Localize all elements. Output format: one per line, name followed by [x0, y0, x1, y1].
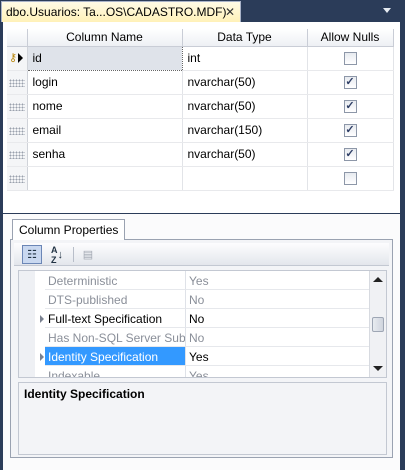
property-row[interactable]: Has Non-SQL Server Sub No [19, 328, 369, 347]
allow-nulls-cell: ✓ [307, 142, 394, 167]
scroll-down-icon[interactable] [373, 366, 383, 371]
tab-dropdown-icon[interactable] [383, 8, 391, 13]
table-row[interactable]: email nvarchar(150) ✓ [7, 118, 394, 143]
property-row[interactable]: Indexable Yes [19, 366, 369, 377]
columns-grid: Column Name Data Type Allow Nulls ⚷ id int… [7, 29, 394, 191]
allow-nulls-checkbox[interactable] [343, 51, 357, 65]
document-tab[interactable]: dbo.Usuarios: Ta...OS\CADASTRO.MDF) ✕ [1, 1, 241, 22]
row-header-corner [7, 29, 28, 47]
allow-nulls-cell: ✓ [307, 70, 394, 95]
row-selector[interactable] [7, 118, 28, 143]
property-value[interactable]: No [186, 309, 369, 328]
allow-nulls-header[interactable]: Allow Nulls [307, 29, 394, 47]
data-type-cell[interactable] [182, 166, 308, 191]
primary-key-icon: ⚷ [9, 51, 18, 64]
column-name-cell[interactable] [27, 166, 183, 191]
scroll-thumb[interactable] [372, 317, 384, 332]
property-value: Yes [186, 271, 369, 290]
data-type-header[interactable]: Data Type [182, 29, 308, 47]
table-row[interactable]: ⚷ id int [7, 45, 394, 71]
column-name-header[interactable]: Column Name [27, 29, 183, 47]
allow-nulls-cell: ✓ [307, 118, 394, 143]
allow-nulls-cell [307, 166, 394, 191]
property-name: Has Non-SQL Server Sub [45, 328, 186, 347]
property-row[interactable]: Identity Specification Yes [19, 347, 369, 366]
property-gutter [19, 328, 35, 347]
property-gutter [19, 271, 35, 290]
property-row[interactable]: Deterministic Yes [19, 271, 369, 290]
property-value: Yes [186, 366, 369, 377]
row-grip-icon [9, 126, 25, 135]
data-type-cell[interactable]: nvarchar(50) [182, 94, 308, 119]
row-selector[interactable]: ⚷ [7, 46, 28, 71]
properties-toolbar: ☷ A Z ↓ ▤ [14, 243, 389, 266]
property-gutter [19, 290, 35, 309]
property-gutter [19, 366, 35, 377]
categorized-icon[interactable]: ☷ [22, 245, 42, 264]
property-name: Full-text Specification [45, 309, 186, 328]
data-type-cell[interactable]: nvarchar(150) [182, 118, 308, 143]
allow-nulls-checkbox[interactable]: ✓ [343, 123, 357, 137]
allow-nulls-checkbox[interactable]: ✓ [343, 99, 357, 113]
expand-arrow-icon[interactable] [40, 315, 44, 323]
data-type-cell[interactable]: nvarchar(50) [182, 142, 308, 167]
column-name-cell[interactable]: id [26, 45, 183, 71]
grid-header-row: Column Name Data Type Allow Nulls [7, 29, 394, 47]
allow-nulls-cell [307, 46, 394, 71]
row-grip-icon [9, 78, 25, 87]
property-gutter [19, 309, 35, 328]
document-tab-strip: dbo.Usuarios: Ta...OS\CADASTRO.MDF) ✕ [0, 0, 405, 22]
property-name: Indexable [45, 366, 186, 377]
allow-nulls-checkbox[interactable] [343, 171, 357, 185]
property-gutter [19, 347, 35, 366]
table-row[interactable] [7, 166, 394, 191]
property-row[interactable]: Full-text Specification No [19, 309, 369, 328]
table-designer: Column Name Data Type Allow Nulls ⚷ id int… [0, 22, 405, 214]
row-grip-icon [9, 150, 25, 159]
data-type-cell[interactable]: int [182, 46, 308, 71]
property-description: Identity Specification [18, 382, 387, 455]
row-selector[interactable] [7, 94, 28, 119]
property-grid: Indexable Yes Identity Specification Yes Has… [18, 270, 387, 378]
current-row-arrow-icon [18, 52, 23, 63]
alphabetical-sort-icon[interactable]: A Z ↓ [47, 245, 67, 265]
expand-arrow-icon[interactable] [40, 353, 44, 361]
table-row[interactable]: login nvarchar(50) ✓ [7, 70, 394, 95]
column-name-cell[interactable]: senha [27, 142, 183, 167]
row-selector[interactable] [7, 142, 28, 167]
property-name: Identity Specification [45, 347, 186, 366]
property-value: No [186, 290, 369, 309]
row-grip-icon [9, 174, 25, 183]
column-name-cell[interactable]: nome [27, 94, 183, 119]
allow-nulls-checkbox[interactable]: ✓ [343, 75, 357, 89]
document-tab-title: dbo.Usuarios: Ta...OS\CADASTRO.MDF) [6, 5, 227, 19]
column-name-cell[interactable]: login [27, 70, 183, 95]
row-grip-icon [9, 102, 25, 111]
properties-frame: ☷ A Z ↓ ▤ Indexable Yes Identity Specificati… [10, 239, 393, 458]
table-row[interactable]: senha nvarchar(50) ✓ [7, 142, 394, 167]
property-name: Deterministic [45, 271, 186, 290]
property-pages-icon[interactable]: ▤ [78, 245, 98, 264]
table-row[interactable]: nome nvarchar(50) ✓ [7, 94, 394, 119]
property-value: No [186, 328, 369, 347]
close-icon[interactable]: ✕ [225, 5, 235, 19]
property-name: DTS-published [45, 290, 186, 309]
property-description-title: Identity Specification [24, 387, 145, 401]
scroll-up-icon[interactable] [373, 277, 383, 282]
column-properties-panel: Column Properties ☷ A Z ↓ ▤ Indexable Yes Id… [0, 214, 405, 470]
property-value[interactable]: Yes [186, 347, 369, 366]
tab-column-properties[interactable]: Column Properties [12, 219, 125, 240]
row-selector[interactable] [7, 70, 28, 95]
data-type-cell[interactable]: nvarchar(50) [182, 70, 308, 95]
property-row[interactable]: DTS-published No [19, 290, 369, 309]
toolbar-separator [73, 247, 74, 262]
allow-nulls-cell: ✓ [307, 94, 394, 119]
property-grid-scrollbar[interactable] [369, 271, 386, 377]
row-selector[interactable] [7, 166, 28, 191]
column-name-cell[interactable]: email [27, 118, 183, 143]
allow-nulls-checkbox[interactable]: ✓ [343, 147, 357, 161]
